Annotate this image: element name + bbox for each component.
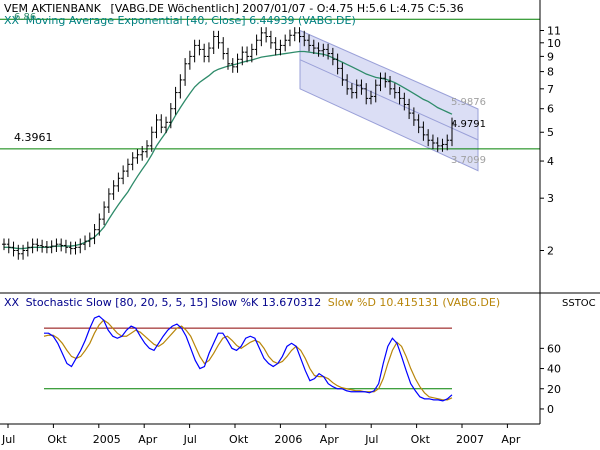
price-bar <box>97 213 102 236</box>
x-tick-label: 2006 <box>274 433 302 446</box>
price-tick-label: 11 <box>547 24 561 37</box>
price-bars <box>2 27 454 260</box>
price-bar <box>187 50 192 70</box>
price-bar <box>211 30 216 55</box>
price-bar <box>140 146 145 161</box>
price-bar <box>130 152 135 171</box>
price-tick-label: 3 <box>547 192 554 205</box>
stoch-legend-k: Stochastic Slow [80, 20, 5, 5, 15] Slow … <box>26 296 322 309</box>
price-bar <box>2 238 6 251</box>
price-bar <box>35 238 40 252</box>
price-bar <box>40 239 45 253</box>
x-tick-label: Okt <box>229 433 249 446</box>
price-bar <box>16 244 21 260</box>
price-bar <box>159 114 164 134</box>
stoch-legend: XX Stochastic Slow [80, 20, 5, 5, 15] Sl… <box>4 296 500 309</box>
price-bar <box>125 158 130 178</box>
stoch-legend-prefix: XX <box>4 296 20 309</box>
x-tick-label: Okt <box>411 433 431 446</box>
price-bar <box>168 103 173 129</box>
price-bar <box>92 224 97 245</box>
price-bar <box>106 188 111 214</box>
top-left-value: 6.86 <box>14 12 36 23</box>
price-bar <box>264 27 269 43</box>
ema-legend: XX Moving Average Exponential [40, Close… <box>4 14 356 27</box>
price-bar <box>6 238 11 254</box>
price-bar <box>192 39 197 63</box>
price-bar <box>202 43 207 63</box>
stock-chart: 11109 8 7 6 5 4 3 2 60 40 20 0 Jul Okt 2005 Apr Jul Okt… <box>0 0 600 446</box>
price-tick-label: 7 <box>547 83 554 96</box>
slow-k-line <box>44 315 453 402</box>
price-tick-label: 10 <box>547 37 561 50</box>
price-bar <box>78 238 83 254</box>
hline-label-4-3961: 4.3961 <box>14 131 53 144</box>
price-bar <box>287 29 292 47</box>
x-tick-label: Jul <box>183 433 197 446</box>
price-bar <box>121 165 126 185</box>
price-bar <box>68 241 73 255</box>
price-bar <box>259 27 264 47</box>
price-tick-label: 2 <box>547 244 554 257</box>
price-bar <box>30 238 35 254</box>
x-tick-label: Apr <box>138 433 158 446</box>
price-bar <box>73 241 78 255</box>
price-bar <box>254 34 259 56</box>
price-bar <box>149 126 154 152</box>
price-bar <box>21 244 26 260</box>
last-value-label: 4.9791 <box>451 119 486 130</box>
stochastic-panel: 60 40 20 0 <box>43 315 561 416</box>
price-bar <box>116 172 121 192</box>
price-bar <box>268 30 273 49</box>
slow-d-line <box>43 319 453 401</box>
stoch-legend-d: Slow %D 10.415131 (VABG.DE) <box>328 296 500 309</box>
price-tick-label: 9 <box>547 50 554 63</box>
time-axis: Jul Okt 2005 Apr Jul Okt 2006 Apr Jul Okt 2007 Apr <box>0 423 540 446</box>
price-tick-label: 4 <box>547 155 554 168</box>
price-bar <box>216 30 221 49</box>
stoch-tick-label: 20 <box>547 383 561 396</box>
price-bar <box>221 37 226 60</box>
x-tick-label: 2007 <box>456 433 484 446</box>
price-bar <box>25 241 30 257</box>
channel-lower-label: 3.7099 <box>451 155 486 166</box>
price-bar <box>111 180 116 200</box>
price-tick-label: 6 <box>547 103 554 116</box>
x-tick-label: Jul <box>364 433 378 446</box>
ema-legend-text: Moving Average Exponential [40, Close] 6… <box>26 14 356 27</box>
price-bar <box>245 46 250 63</box>
price-bar <box>178 74 183 99</box>
x-tick-label: Jul <box>1 433 15 446</box>
price-tick-label: 5 <box>547 126 554 139</box>
price-bar <box>54 238 59 253</box>
x-tick-label: Apr <box>320 433 340 446</box>
price-bar <box>292 27 297 42</box>
price-bar <box>154 114 159 139</box>
price-bar <box>273 37 278 56</box>
stoch-tick-label: 40 <box>547 363 561 376</box>
price-tick-label: 8 <box>547 66 554 79</box>
price-bar <box>173 86 178 115</box>
price-bar <box>135 149 140 164</box>
x-tick-label: 2005 <box>93 433 121 446</box>
stoch-tick-label: 0 <box>547 403 554 416</box>
price-bar <box>102 201 107 226</box>
price-bar <box>59 238 64 252</box>
price-bar <box>197 39 202 56</box>
x-tick-label: Apr <box>501 433 521 446</box>
price-bar <box>183 58 188 86</box>
price-bar <box>206 42 211 63</box>
price-bar <box>278 39 283 56</box>
channel-upper-label: 5.9876 <box>451 97 486 108</box>
stoch-tick-label: 60 <box>547 342 561 355</box>
price-bar <box>283 34 288 52</box>
price-bar <box>44 241 49 254</box>
x-tick-label: Okt <box>47 433 67 446</box>
sstoc-label: SSTOC <box>562 298 596 309</box>
price-bar <box>11 241 16 257</box>
